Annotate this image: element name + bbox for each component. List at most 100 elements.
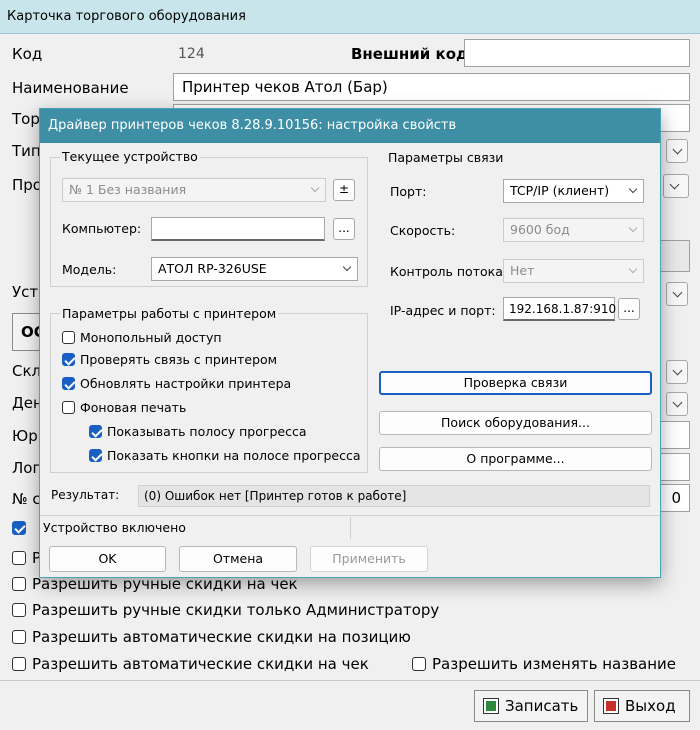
checkbox-icon[interactable] <box>12 577 26 591</box>
search-equipment-button[interactable]: Поиск оборудования... <box>379 411 652 435</box>
check-connection-button[interactable]: Проверка связи <box>379 371 652 395</box>
computer-browse-button[interactable]: ... <box>333 218 355 240</box>
flow-control-select: Нет <box>503 259 644 283</box>
label-partial-skl: Скл <box>12 362 42 380</box>
checkbox-icon[interactable] <box>12 630 26 644</box>
checkbox-auto-discount-receipt[interactable]: Разрешить автоматические скидки на чек <box>12 655 369 673</box>
device-select: № 1 Без названия <box>62 178 326 202</box>
checkbox-icon[interactable] <box>89 449 102 462</box>
checkbox-label: Показать кнопки на полосе прогресса <box>107 448 361 463</box>
speed-label: Скорость: <box>390 223 456 238</box>
code-value: 124 <box>178 46 205 62</box>
save-icon <box>483 698 499 714</box>
apply-button: Применить <box>310 546 428 572</box>
dialog-titlebar: Драйвер принтеров чеков 8.28.9.10156: на… <box>40 109 660 143</box>
save-button-label: Записать <box>505 697 579 715</box>
chevron-down-icon <box>628 223 638 233</box>
checkbox-exclusive-access[interactable]: Монопольный доступ <box>62 330 222 345</box>
checkbox-label: Разрешить автоматические скидки на чек <box>32 655 369 673</box>
model-label: Модель: <box>62 262 117 277</box>
chevron-down-icon <box>342 262 352 272</box>
model-select-value: АТОЛ RP-326USE <box>158 261 267 276</box>
ust-dropdown-arrow[interactable] <box>666 282 688 306</box>
device-enabled-label: Устройство включено <box>43 520 186 535</box>
device-select-value: № 1 Без названия <box>69 182 187 197</box>
checkbox-label: Проверять связь с принтером <box>80 352 278 367</box>
checkbox-icon[interactable] <box>12 603 26 617</box>
log-input[interactable] <box>660 453 690 481</box>
cancel-button[interactable]: Отмена <box>179 546 297 572</box>
add-remove-device-button[interactable]: ± <box>333 179 355 201</box>
ip-port-browse-button[interactable]: ... <box>618 298 640 320</box>
checkbox-icon[interactable] <box>62 331 75 344</box>
checkbox-label: Разрешить ручные скидки только Администр… <box>32 601 440 619</box>
skl-dropdown-arrow[interactable] <box>666 360 688 384</box>
yur-input[interactable] <box>660 421 690 449</box>
port-select[interactable]: TCP/IP (клиент) <box>503 179 644 203</box>
ok-button[interactable]: OK <box>49 546 166 572</box>
dialog-separator <box>40 515 660 516</box>
checkbox-label: Разрешить автоматические скидки на позиц… <box>32 628 411 646</box>
checkbox-device-enabled[interactable] <box>12 521 32 535</box>
ip-port-input[interactable]: 192.168.1.87:910 <box>503 297 616 321</box>
window-titlebar: Карточка торгового оборудования <box>0 0 700 34</box>
checkbox-auto-discount-item[interactable]: Разрешить автоматические скидки на позиц… <box>12 628 411 646</box>
checkbox-icon[interactable] <box>62 401 75 414</box>
refresh-icon[interactable] <box>663 174 689 198</box>
checkbox-update-settings[interactable]: Обновлять настройки принтера <box>62 376 291 391</box>
checkbox-icon[interactable] <box>62 353 75 366</box>
label-partial-log: Лог <box>12 459 41 477</box>
flow-control-label: Контроль потока: <box>390 264 508 279</box>
exit-icon <box>603 698 619 714</box>
label-partial-ust: Уст <box>12 283 39 301</box>
name-label: Наименование <box>12 79 129 97</box>
exit-button-label: Выход <box>625 697 676 715</box>
checkbox-label: Показывать полосу прогресса <box>107 424 307 439</box>
printer-driver-dialog: Драйвер принтеров чеков 8.28.9.10156: на… <box>39 108 661 578</box>
checkbox-label: Фоновая печать <box>80 400 187 415</box>
status-divider <box>350 517 351 539</box>
checkbox-partial-r[interactable]: Р <box>12 549 41 567</box>
checkbox-label: Обновлять настройки принтера <box>80 376 292 391</box>
speed-select-value: 9600 бод <box>510 222 570 237</box>
checkbox-check-connection[interactable]: Проверять связь с принтером <box>62 352 277 367</box>
ip-port-label: IP-адрес и порт: <box>390 303 496 318</box>
computer-input[interactable] <box>151 217 325 241</box>
checkbox-allow-rename[interactable]: Разрешить изменять название <box>412 655 676 673</box>
checkbox-progress-buttons[interactable]: Показать кнопки на полосе прогресса <box>89 448 361 463</box>
checkbox-icon[interactable] <box>12 521 26 535</box>
code-label: Код <box>12 45 43 63</box>
result-label: Результат: <box>51 488 120 502</box>
checkbox-show-progress[interactable]: Показывать полосу прогресса <box>89 424 306 439</box>
external-code-input[interactable] <box>464 39 690 67</box>
type-dropdown-arrow[interactable] <box>666 139 688 163</box>
den-dropdown-arrow[interactable] <box>666 392 688 416</box>
label-partial-num: № с <box>12 490 41 508</box>
checkbox-label: Монопольный доступ <box>80 330 222 345</box>
device-group-title: Текущее устройство <box>60 149 200 164</box>
printer-params-title: Параметры работы с принтером <box>60 306 279 321</box>
port-select-value: TCP/IP (клиент) <box>510 183 610 198</box>
model-select[interactable]: АТОЛ RP-326USE <box>151 257 358 281</box>
checkbox-manual-discount-admin[interactable]: Разрешить ручные скидки только Администр… <box>12 601 439 619</box>
checkbox-icon[interactable] <box>89 425 102 438</box>
chevron-down-icon <box>628 264 638 274</box>
flow-control-value: Нет <box>510 263 535 278</box>
external-code-label: Внешний код <box>351 45 469 63</box>
connection-group-title: Параметры связи <box>386 150 506 165</box>
checkbox-icon[interactable] <box>12 657 26 671</box>
checkbox-icon[interactable] <box>412 657 426 671</box>
result-value: (0) Ошибок нет [Принтер готов к работе] <box>138 485 650 507</box>
checkbox-label: Разрешить изменять название <box>432 655 677 673</box>
exit-button[interactable]: Выход <box>594 690 690 722</box>
chevron-down-icon <box>628 184 638 194</box>
checkbox-icon[interactable] <box>62 377 75 390</box>
checkbox-icon[interactable] <box>12 551 26 565</box>
save-button[interactable]: Записать <box>474 690 588 722</box>
port-label: Порт: <box>390 184 427 199</box>
name-input[interactable]: Принтер чеков Атол (Бар) <box>173 73 690 101</box>
about-button[interactable]: О программе... <box>379 447 652 471</box>
checkbox-background-print[interactable]: Фоновая печать <box>62 400 186 415</box>
speed-select: 9600 бод <box>503 218 644 242</box>
label-partial-pro: Про <box>12 176 42 194</box>
